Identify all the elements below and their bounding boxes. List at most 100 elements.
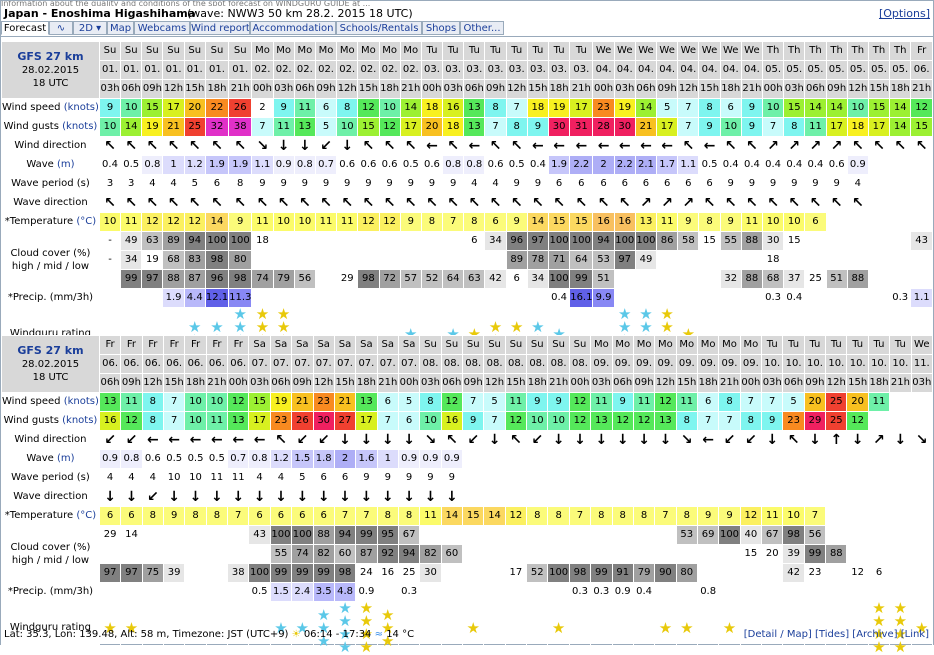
tab-forecast[interactable]: Forecast (1, 21, 49, 35)
wind-gusts-row-cell: 38 (228, 117, 253, 137)
cloud-cell: 29 (336, 269, 359, 289)
cloud-cell (141, 544, 164, 564)
wind-gusts-row: Wind gusts (knots) 16 12 8 7 10 11 13 17 23 26 30 27… (1, 411, 934, 431)
archive-link[interactable]: [Archive] (852, 629, 897, 640)
cloud-cell (889, 250, 912, 270)
model-link[interactable]: GFS 27 km (17, 50, 83, 63)
cloud-cell: 37 (783, 269, 806, 289)
hour-cell: 03h (419, 373, 442, 393)
wave-period-row-cell: 9 (420, 174, 444, 194)
units-link[interactable]: (knots) (64, 396, 99, 407)
cloud-cell (846, 250, 869, 270)
wave-direction-row-cell: ↖ (484, 193, 507, 213)
units-link[interactable]: (knots) (62, 415, 97, 426)
wave-row-cell: 0.5 (698, 155, 721, 175)
units-link[interactable]: (m) (57, 453, 75, 464)
cloud-cell (825, 250, 848, 270)
tab-2d[interactable]: 2D ▾ (73, 21, 107, 35)
cloud-cell (696, 544, 720, 564)
cloud-cell (846, 525, 869, 545)
cloud-cell: 53 (675, 525, 698, 545)
wind-gusts-row-cell: 21 (162, 117, 185, 137)
units-link[interactable]: (knots) (64, 102, 99, 113)
wave-period-row-cell (761, 468, 784, 488)
direction-arrow-icon: ↓ (424, 489, 437, 505)
hour-cell: 09h (803, 373, 827, 393)
tab-webcams[interactable]: Webcams (134, 21, 190, 35)
units-link[interactable]: (°C) (76, 510, 96, 521)
wave-row-cell: 0.5 (162, 449, 186, 469)
units-link[interactable]: (°C) (76, 216, 96, 227)
temperature-row-cell: 7 (355, 506, 378, 526)
wave-direction-row-cell: ↖ (463, 193, 486, 213)
hour-cell: 03h (761, 373, 784, 393)
tab-wind-reports[interactable]: Wind reports (190, 21, 250, 35)
cloud-cell: 63 (141, 231, 164, 251)
date-cell: 02. (357, 60, 380, 80)
wind-speed-row-cell: 12 (910, 98, 933, 118)
units-link[interactable]: (m) (57, 159, 75, 170)
hour-cell: 06h (269, 373, 293, 393)
temperature-row-cell: 11 (336, 212, 359, 232)
tab-schools-rentals[interactable]: Schools/Rentals (336, 21, 422, 35)
direction-arrow-icon: ↘ (424, 432, 437, 448)
direction-arrow-icon: ↖ (703, 195, 716, 211)
temperature-row-cell: 9 (696, 506, 720, 526)
direction-arrow-icon: ↖ (809, 195, 822, 211)
cloud-cell (698, 269, 721, 289)
wave-period-row-cell: 6 (312, 468, 335, 488)
wave-period-row-cell: 9 (378, 174, 401, 194)
cloud-cell (867, 269, 891, 289)
hour-cell: 21h (547, 373, 570, 393)
tab-graph[interactable]: ∿ (49, 21, 73, 35)
direction-arrow-icon: ↖ (234, 195, 247, 211)
wind-speed-row-label: Wind speed (knots) (1, 98, 100, 118)
options-link[interactable]: [Options] (879, 7, 930, 20)
wave-direction-row: Wave direction ↓ ↓ ↙ ↓ ↓ ↓ ↓ ↓ ↓ ↓ ↓ ↓ ↓ ↓ ↓ ↓ ↓ (1, 487, 934, 507)
cloud-cell (184, 544, 207, 564)
units-link[interactable]: (knots) (62, 121, 97, 132)
wind-speed-row-cell: 19 (613, 98, 636, 118)
cloud-cell (677, 269, 700, 289)
link-link[interactable]: [Link] (901, 629, 929, 640)
wind-speed-row-cell: 10 (184, 392, 207, 412)
precip-row-cell (675, 582, 698, 602)
cloud-cell: 25 (397, 563, 421, 583)
temperature-row-cell: 14 (526, 212, 550, 232)
wind-speed-row-cell: 7 (739, 392, 763, 412)
hour-cell: 15h (333, 373, 357, 393)
tab-map[interactable]: Map (107, 21, 134, 35)
weekday-cell: Tu (803, 335, 827, 355)
label-text: Wave period (s) (11, 472, 90, 483)
cloud-cell: 100 (569, 231, 594, 251)
label-text: Wave (26, 453, 54, 464)
direction-arrow-icon: ↙ (146, 489, 159, 505)
cloud-cell: 42 (484, 269, 507, 289)
wind-direction-row-cell: ↙ (312, 430, 335, 450)
precip-row-cell (442, 288, 465, 308)
water-icon: ≈ (374, 629, 383, 640)
tab-accommodation[interactable]: Accommodation (250, 21, 336, 35)
wind-gusts-row-cell: 15 (910, 117, 933, 137)
wave-period-row-cell: 11 (227, 468, 250, 488)
hour-cell: 06h (293, 79, 316, 99)
tab-other[interactable]: Other... (460, 21, 504, 35)
wave-period-row-cell: 9 (783, 174, 806, 194)
cloud-cell (910, 563, 934, 583)
wind-gusts-row-cell: 10 (98, 117, 122, 137)
temperature-row-cell: 8 (376, 506, 399, 526)
tab-shops[interactable]: Shops (422, 21, 460, 35)
direction-arrow-icon: ↖ (830, 195, 843, 211)
model-link[interactable]: GFS 27 km (17, 344, 83, 357)
direction-arrow-icon: ↖ (188, 195, 201, 211)
wave-period-row-cell: 9 (314, 174, 338, 194)
wind-speed-row-cell: 14 (825, 98, 848, 118)
cloud-cell (483, 563, 506, 583)
tides-link[interactable]: [Tides] (815, 629, 849, 640)
hour-cell: 15h (867, 79, 891, 99)
cloud-cell: 38 (227, 563, 250, 583)
direction-arrow-icon: ↖ (510, 432, 522, 448)
temperature-row-cell: 11 (656, 212, 679, 232)
detail-map-link[interactable]: [Detail / Map] (744, 629, 812, 640)
wind-speed-row-cell: 12 (440, 392, 464, 412)
